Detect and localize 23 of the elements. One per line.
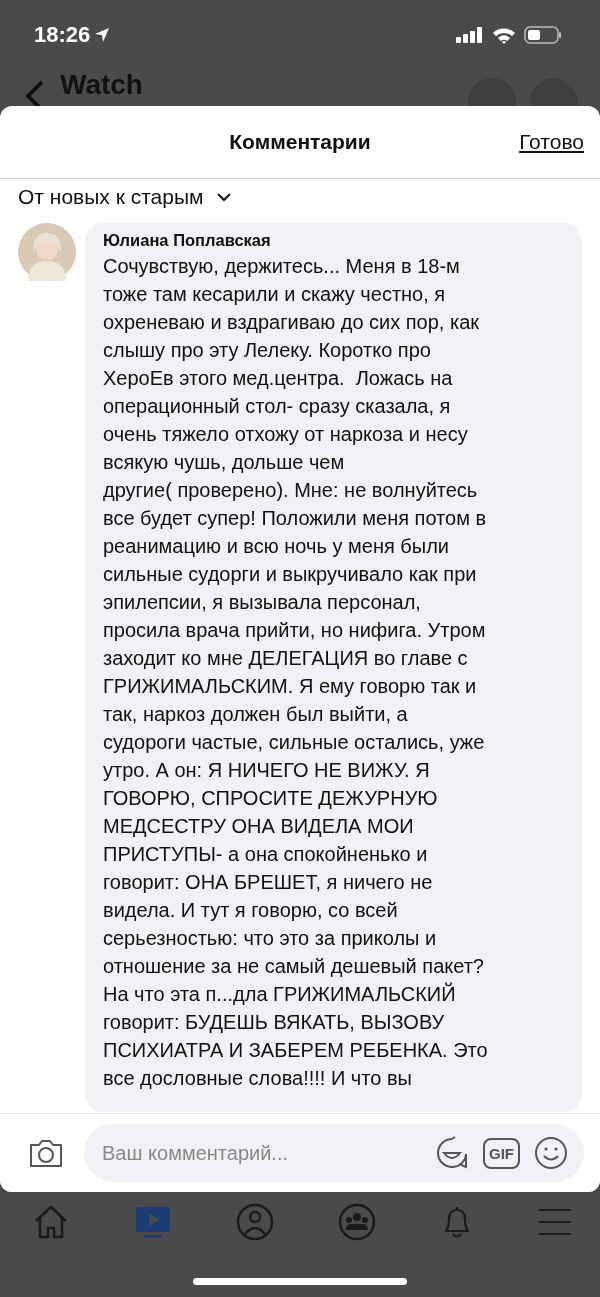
avatar[interactable]: [18, 223, 76, 281]
emoji-icon[interactable]: [534, 1136, 568, 1170]
camera-icon[interactable]: [28, 1137, 64, 1169]
sticker-icon[interactable]: [435, 1136, 469, 1170]
status-time: 18:26: [34, 22, 91, 48]
menu-tab[interactable]: [538, 1207, 572, 1237]
sort-dropdown[interactable]: От новых к старым: [0, 179, 250, 211]
location-arrow-icon: [94, 27, 111, 43]
comment-input[interactable]: Ваш комментарий... GIF: [84, 1124, 584, 1182]
gif-button[interactable]: GIF: [483, 1137, 520, 1169]
comment-author[interactable]: Юлиана Поплавская: [103, 231, 564, 250]
done-link[interactable]: Готово: [519, 130, 584, 154]
signal-icon: [456, 27, 484, 43]
profile-tab[interactable]: [236, 1203, 274, 1241]
sheet-title: Комментарии: [229, 130, 371, 154]
page-title: Watch: [60, 70, 143, 100]
video-tab[interactable]: [134, 1204, 172, 1240]
chevron-down-icon: [217, 192, 232, 202]
groups-tab[interactable]: [338, 1203, 376, 1241]
back-icon[interactable]: [24, 78, 46, 106]
comment-text: Сочувствую, держитесь... Меня в 18-м тоже там кесарили и скажу честно, я охреневаю и вздрагиваю до сих пор, как слышу про эту Лелеку. Коротко про ХероЕв этого мед.центра. Ложась на операционный стол- сразу сказала, я очень тяжело отхожу от наркоза и несу всякую чушь, дольше чем другие( проверено). Мне: не волнуйтесь все будет супер! Положили меня потом в реанимацию и всю ночь у меня были сильные судорги и выкручивало как при эпилепсии, я вызывала персонал, просила врача прийти, но нифига. Утром заходит ко мне ДЕЛЕГАЦИЯ во главе с ГРИЖИМАЛЬСКИМ. Я ему говорю так и так, наркоз должен был выйти, а судороги частые, сильные остались, уже утро. А он: Я НИЧЕГО НЕ ВИЖУ. Я ГОВОРЮ, СПРОСИТЕ ДЕЖУРНУЮ МЕДСЕСТРУ ОНА ВИДЕЛА МОИ ПРИСТУПЫ- а она спокойненько и говорит: ОНА БРЕШЕТ, я ничего не видела. И тут я говорю, со всей серьезностью: что это за приколы и отношение за не самый дешевый пакет? На что эта п...дла ГРИЖИМАЛЬСКИЙ говорит: БУДЕШЬ ВЯКАТЬ, ВЫЗОВУ ПСИХИАТРА И ЗАБЕРЕМ РЕБЕНКА. Это все дословные слова!!!! И что вы: [103, 254, 489, 1091]
wifi-icon: [492, 26, 516, 44]
battery-icon: [524, 26, 562, 44]
